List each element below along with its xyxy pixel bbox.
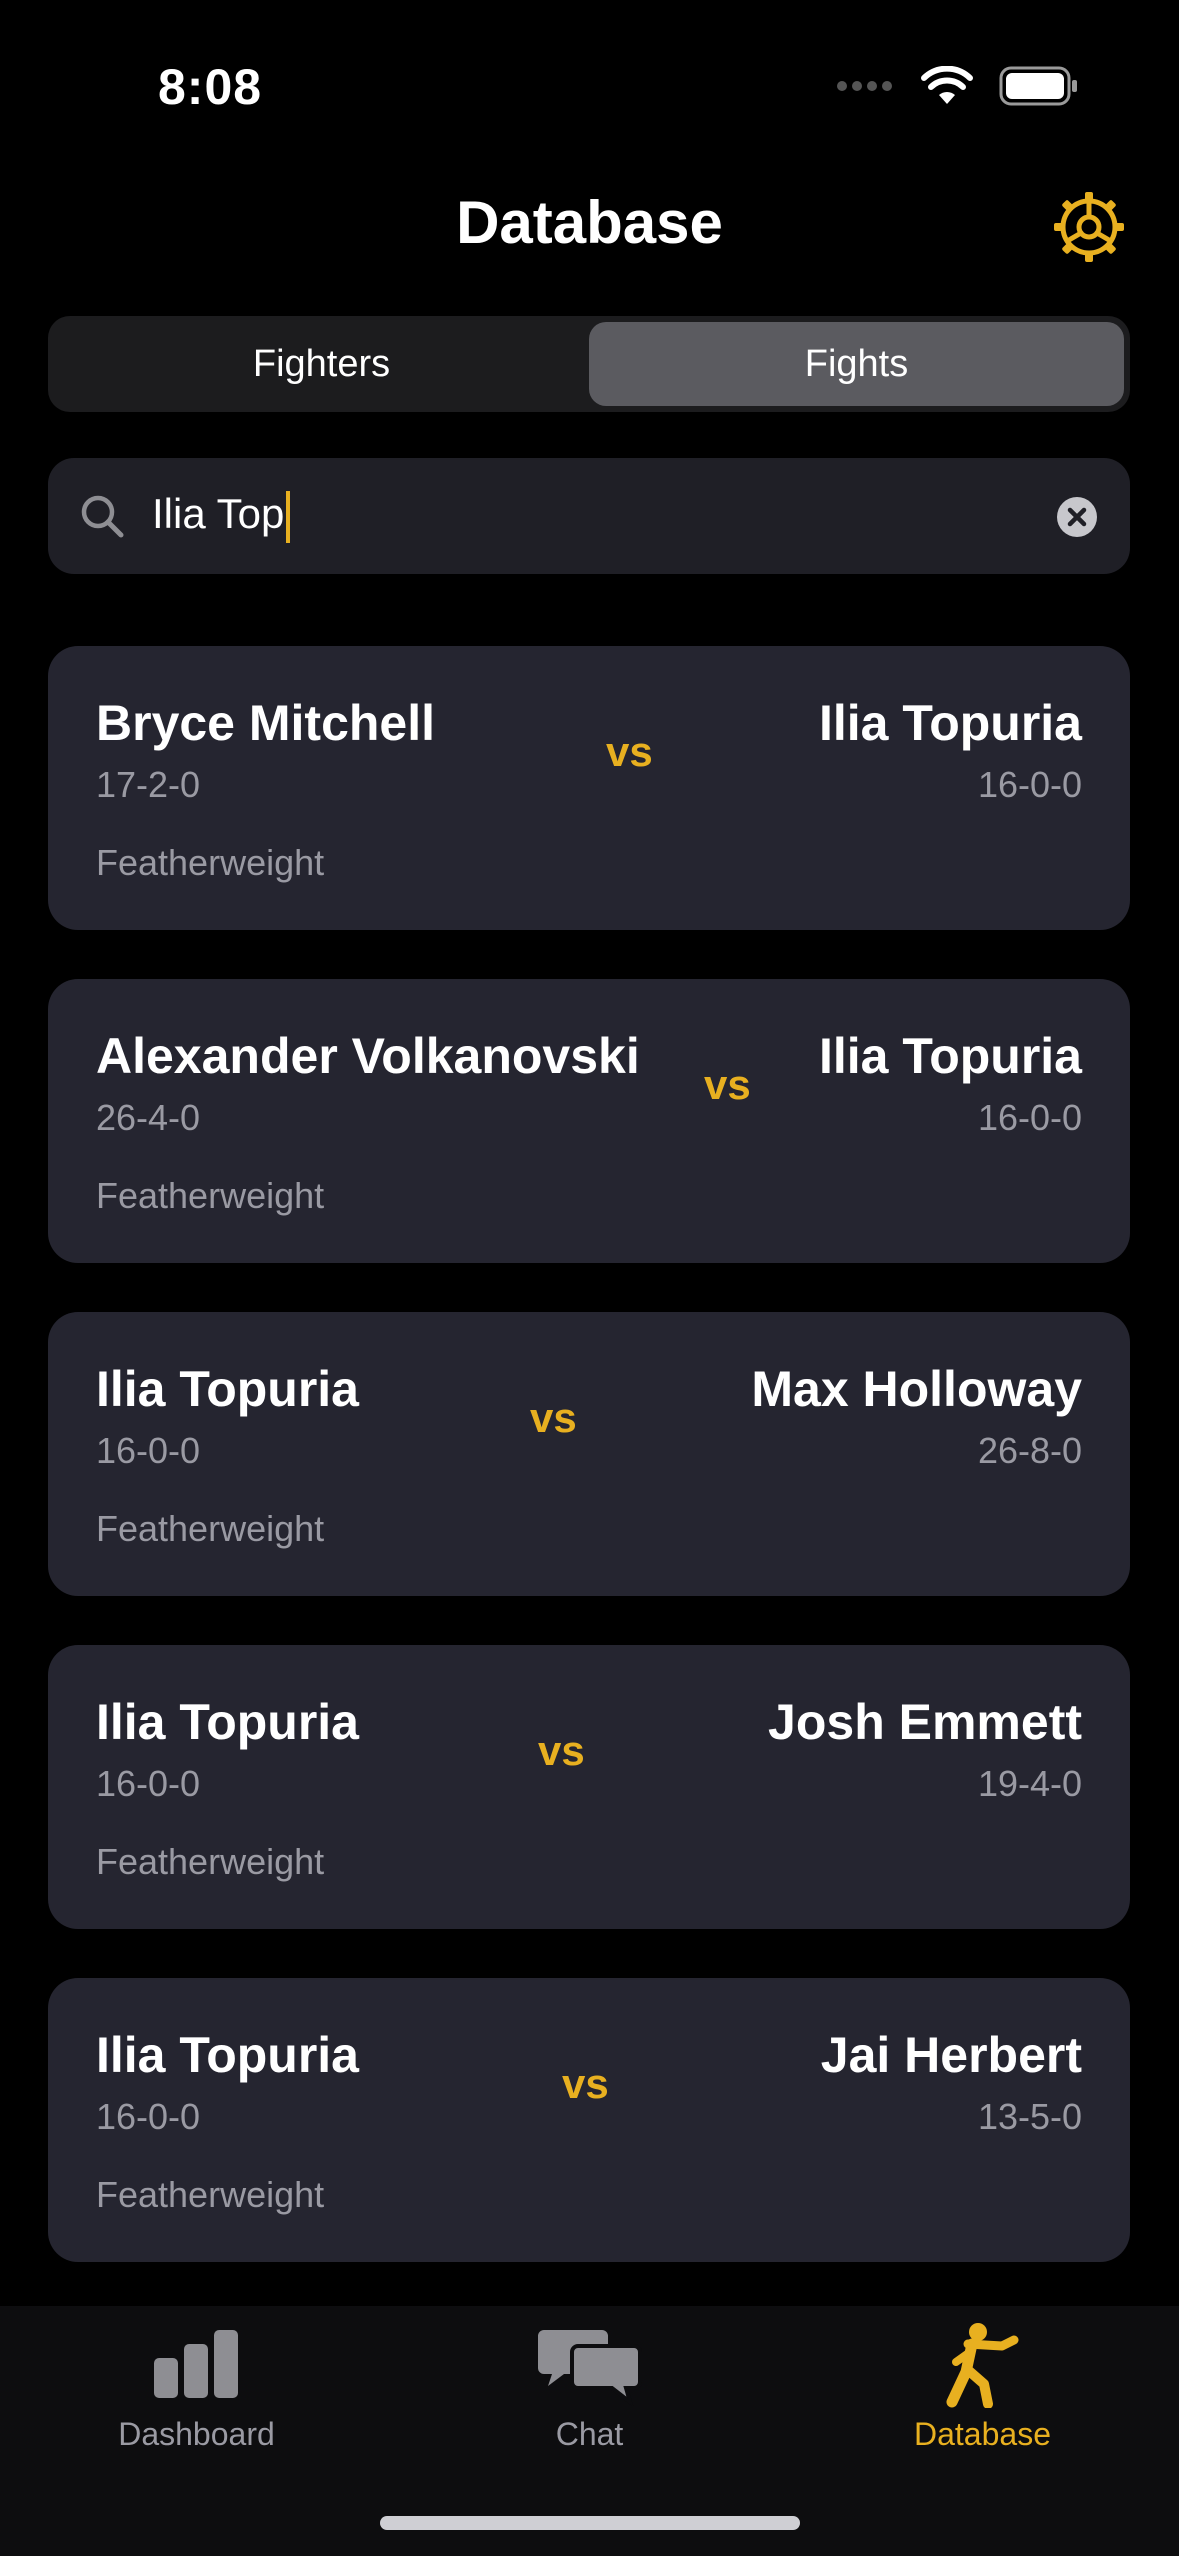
vs-label: vs: [538, 1727, 585, 1774]
fighter-left-record: 17-2-0: [96, 764, 201, 805]
fighter-right-record: 13-5-0: [977, 2096, 1082, 2137]
fight-card[interactable]: Ilia Topuria 16-0-0 vs Max Holloway 26-8…: [48, 1312, 1130, 1596]
fight-card[interactable]: Ilia Topuria 16-0-0 vs Josh Emmett 19-4-…: [48, 1645, 1130, 1929]
status-bar: 8:08: [0, 0, 1179, 170]
weightclass-label: Featherweight: [96, 842, 325, 883]
fight-card[interactable]: Alexander Volkanovski 26-4-0 vs Ilia Top…: [48, 979, 1130, 1263]
fighter-icon: [946, 2323, 1019, 2408]
segmented-control: Fighters Fights: [48, 316, 1130, 412]
tab-database-label: Database: [914, 2416, 1051, 2452]
page-title: Database: [456, 189, 723, 256]
fighter-left-record: 16-0-0: [96, 2096, 201, 2137]
battery-icon: [999, 66, 1077, 106]
segment-fighters[interactable]: Fighters: [54, 322, 589, 406]
fight-card[interactable]: Bryce Mitchell 17-2-0 vs Ilia Topuria 16…: [48, 646, 1130, 930]
fighter-left-name: Alexander Volkanovski: [96, 1028, 640, 1084]
fighter-right-name: Josh Emmett: [768, 1694, 1082, 1750]
fighter-left-name: Bryce Mitchell: [96, 695, 436, 751]
fighter-right-record: 16-0-0: [977, 764, 1082, 805]
fighter-left-record: 16-0-0: [96, 1430, 201, 1471]
fighter-right-record: 16-0-0: [977, 1097, 1082, 1138]
fighter-left-name: Ilia Topuria: [96, 1694, 359, 1750]
wifi-icon: [921, 66, 973, 104]
fighter-left-name: Ilia Topuria: [96, 2027, 359, 2083]
home-indicator: [380, 2516, 800, 2530]
tab-dashboard-label: Dashboard: [118, 2416, 275, 2452]
search-input[interactable]: Ilia Top: [152, 490, 291, 543]
segment-fights[interactable]: Fights: [589, 322, 1124, 406]
weightclass-label: Featherweight: [96, 2174, 325, 2215]
status-icons: [835, 66, 1079, 106]
fighter-left-record: 16-0-0: [96, 1763, 201, 1804]
fighter-right-name: Ilia Topuria: [819, 1028, 1082, 1084]
vs-label: vs: [530, 1394, 577, 1441]
fighter-right-name: Jai Herbert: [820, 2027, 1082, 2083]
weightclass-label: Featherweight: [96, 1841, 325, 1882]
chat-bubbles-icon: [538, 2330, 642, 2406]
bar-chart-icon: [154, 2330, 238, 2398]
cellular-signal-icon: [837, 81, 892, 91]
search-value: Ilia Top: [152, 490, 285, 537]
clear-icon[interactable]: [1056, 496, 1098, 538]
text-caret: [286, 490, 291, 543]
search-field[interactable]: Ilia Top: [48, 458, 1130, 574]
fighter-right-name: Max Holloway: [751, 1361, 1082, 1417]
fighter-right-record: 19-4-0: [977, 1763, 1082, 1804]
fighter-right-record: 26-8-0: [977, 1430, 1082, 1471]
tab-chat-label: Chat: [555, 2416, 624, 2452]
fighter-right-name: Ilia Topuria: [819, 695, 1082, 751]
weightclass-label: Featherweight: [96, 1175, 325, 1216]
fighter-left-record: 26-4-0: [96, 1097, 201, 1138]
fight-card[interactable]: Ilia Topuria 16-0-0 vs Jai Herbert 13-5-…: [48, 1978, 1130, 2262]
vs-label: vs: [606, 728, 653, 775]
weightclass-label: Featherweight: [96, 1508, 325, 1549]
fight-list: Bryce Mitchell 17-2-0 vs Ilia Topuria 16…: [48, 646, 1130, 2311]
gear-icon[interactable]: [1052, 190, 1126, 264]
fighter-left-name: Ilia Topuria: [96, 1361, 359, 1417]
search-icon: [81, 495, 124, 538]
vs-label: vs: [562, 2060, 609, 2107]
vs-label: vs: [704, 1061, 751, 1108]
status-time: 8:08: [158, 59, 263, 115]
